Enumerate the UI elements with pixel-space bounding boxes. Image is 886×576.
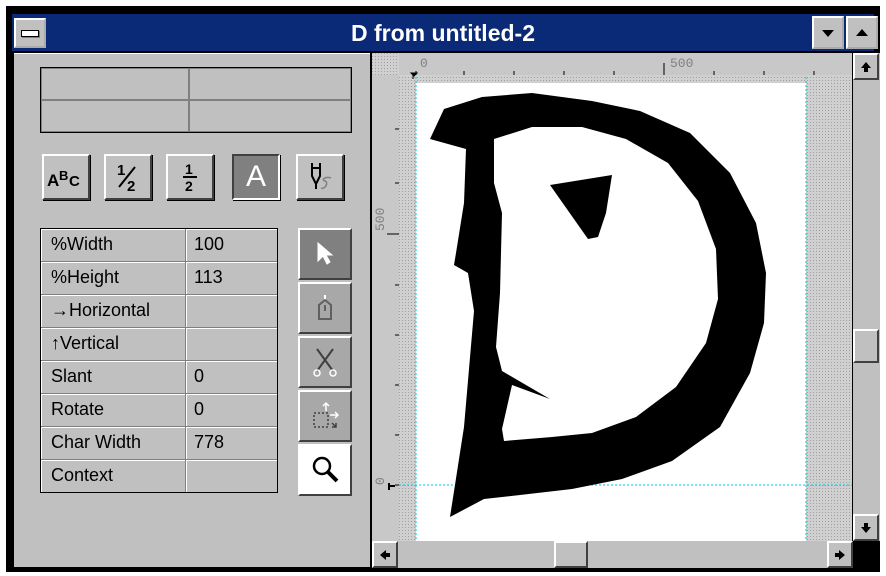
property-value-field[interactable]: 100 <box>186 229 277 261</box>
half-fraction-icon: 12 <box>117 162 136 193</box>
ruler-label-h-500: 500 <box>670 56 693 71</box>
property-value-field[interactable]: 0 <box>186 394 277 426</box>
properties-table: %Width 100 %Height 113 →Horizontal ↑Vertic… <box>40 228 278 493</box>
property-label: Rotate <box>41 394 186 426</box>
zoom-tool[interactable] <box>298 444 352 496</box>
property-label: %Height <box>41 262 186 294</box>
svg-text:1: 1 <box>185 161 193 177</box>
stacked-fraction-icon: 12 <box>183 161 197 194</box>
abc-button[interactable]: ABC <box>42 154 90 200</box>
preview-cell <box>189 68 351 100</box>
abc-icon: ABC <box>47 168 80 190</box>
magnifier-icon <box>312 456 339 483</box>
arrow-pointer-icon <box>317 241 334 265</box>
property-value-field[interactable]: 113 <box>186 262 277 294</box>
svg-text:A: A <box>47 171 59 190</box>
ruler-label-h-0: 0 <box>420 56 428 71</box>
property-label: Slant <box>41 361 186 393</box>
horizontal-ruler <box>399 53 852 75</box>
system-menu-button[interactable] <box>14 18 46 48</box>
scroll-up-button[interactable] <box>853 53 879 80</box>
add-point-tool[interactable] <box>298 282 352 334</box>
preview-cell <box>41 68 189 100</box>
ruler-label-v-0: 0 <box>373 477 388 485</box>
table-row: Rotate 0 <box>41 394 277 427</box>
window-title: D from untitled-2 <box>351 20 535 46</box>
half-fraction-button[interactable]: 12 <box>104 154 152 200</box>
down-arrow-icon <box>822 29 834 37</box>
table-row: →Horizontal <box>41 295 277 328</box>
property-value-field[interactable] <box>186 460 277 492</box>
right-arrow-icon <box>835 549 845 560</box>
svg-text:1: 1 <box>117 162 125 179</box>
cut-tool[interactable] <box>298 336 352 388</box>
preview-box <box>40 67 352 133</box>
pen-icon <box>311 163 332 190</box>
property-value-field[interactable] <box>186 295 277 327</box>
title-bar[interactable]: D from untitled-2 <box>12 14 874 51</box>
table-row: %Width 100 <box>41 229 277 262</box>
down-arrow-icon <box>861 522 871 533</box>
glyph-editor-canvas[interactable]: 0 500 500 0 <box>372 53 852 541</box>
svg-text:B: B <box>59 168 68 183</box>
property-label: %Width <box>41 229 186 261</box>
scroll-left-button[interactable] <box>372 541 398 568</box>
maximize-button[interactable] <box>846 16 878 49</box>
pen-nib-icon <box>318 295 332 320</box>
horizontal-scroll-thumb[interactable] <box>554 541 588 568</box>
svg-text:2: 2 <box>127 178 135 193</box>
ruler-label-v-500: 500 <box>373 208 388 231</box>
up-arrow-icon <box>861 61 871 72</box>
up-arrow-icon <box>856 28 868 36</box>
vertical-scrollbar[interactable] <box>853 53 880 541</box>
table-row: ↑Vertical <box>41 328 277 361</box>
minimize-button[interactable] <box>812 16 844 49</box>
property-label: →Horizontal <box>41 295 186 327</box>
horizontal-scrollbar[interactable] <box>372 541 853 568</box>
glyph-canvas-svg[interactable]: 0 500 500 0 <box>372 53 852 541</box>
letter-a-label: A <box>245 160 266 193</box>
transform-tool[interactable] <box>298 390 352 442</box>
preview-cell <box>189 100 351 132</box>
vertical-scroll-thumb[interactable] <box>853 329 879 363</box>
pointer-tool[interactable] <box>298 228 352 280</box>
property-label: ↑Vertical <box>41 328 186 360</box>
letter-a-button[interactable]: A <box>232 154 280 200</box>
svg-text:C: C <box>69 173 80 190</box>
table-row: Context <box>41 460 277 492</box>
transform-icon <box>313 401 340 428</box>
system-menu-icon <box>21 29 39 37</box>
vertical-ruler <box>372 75 399 541</box>
preview-cell <box>41 100 189 132</box>
svg-text:2: 2 <box>185 178 193 194</box>
pen-tool-button[interactable] <box>296 154 344 200</box>
table-row: Char Width 778 <box>41 427 277 460</box>
scroll-down-button[interactable] <box>853 514 879 541</box>
property-value-field[interactable]: 778 <box>186 427 277 459</box>
property-label: Char Width <box>41 427 186 459</box>
scissors-icon <box>313 348 337 377</box>
scroll-right-button[interactable] <box>827 541 853 568</box>
left-arrow-icon <box>380 549 390 560</box>
table-row: %Height 113 <box>41 262 277 295</box>
property-value-field[interactable] <box>186 328 277 360</box>
stacked-fraction-button[interactable]: 12 <box>166 154 214 200</box>
property-value-field[interactable]: 0 <box>186 361 277 393</box>
property-label: Context <box>41 460 186 492</box>
table-row: Slant 0 <box>41 361 277 394</box>
